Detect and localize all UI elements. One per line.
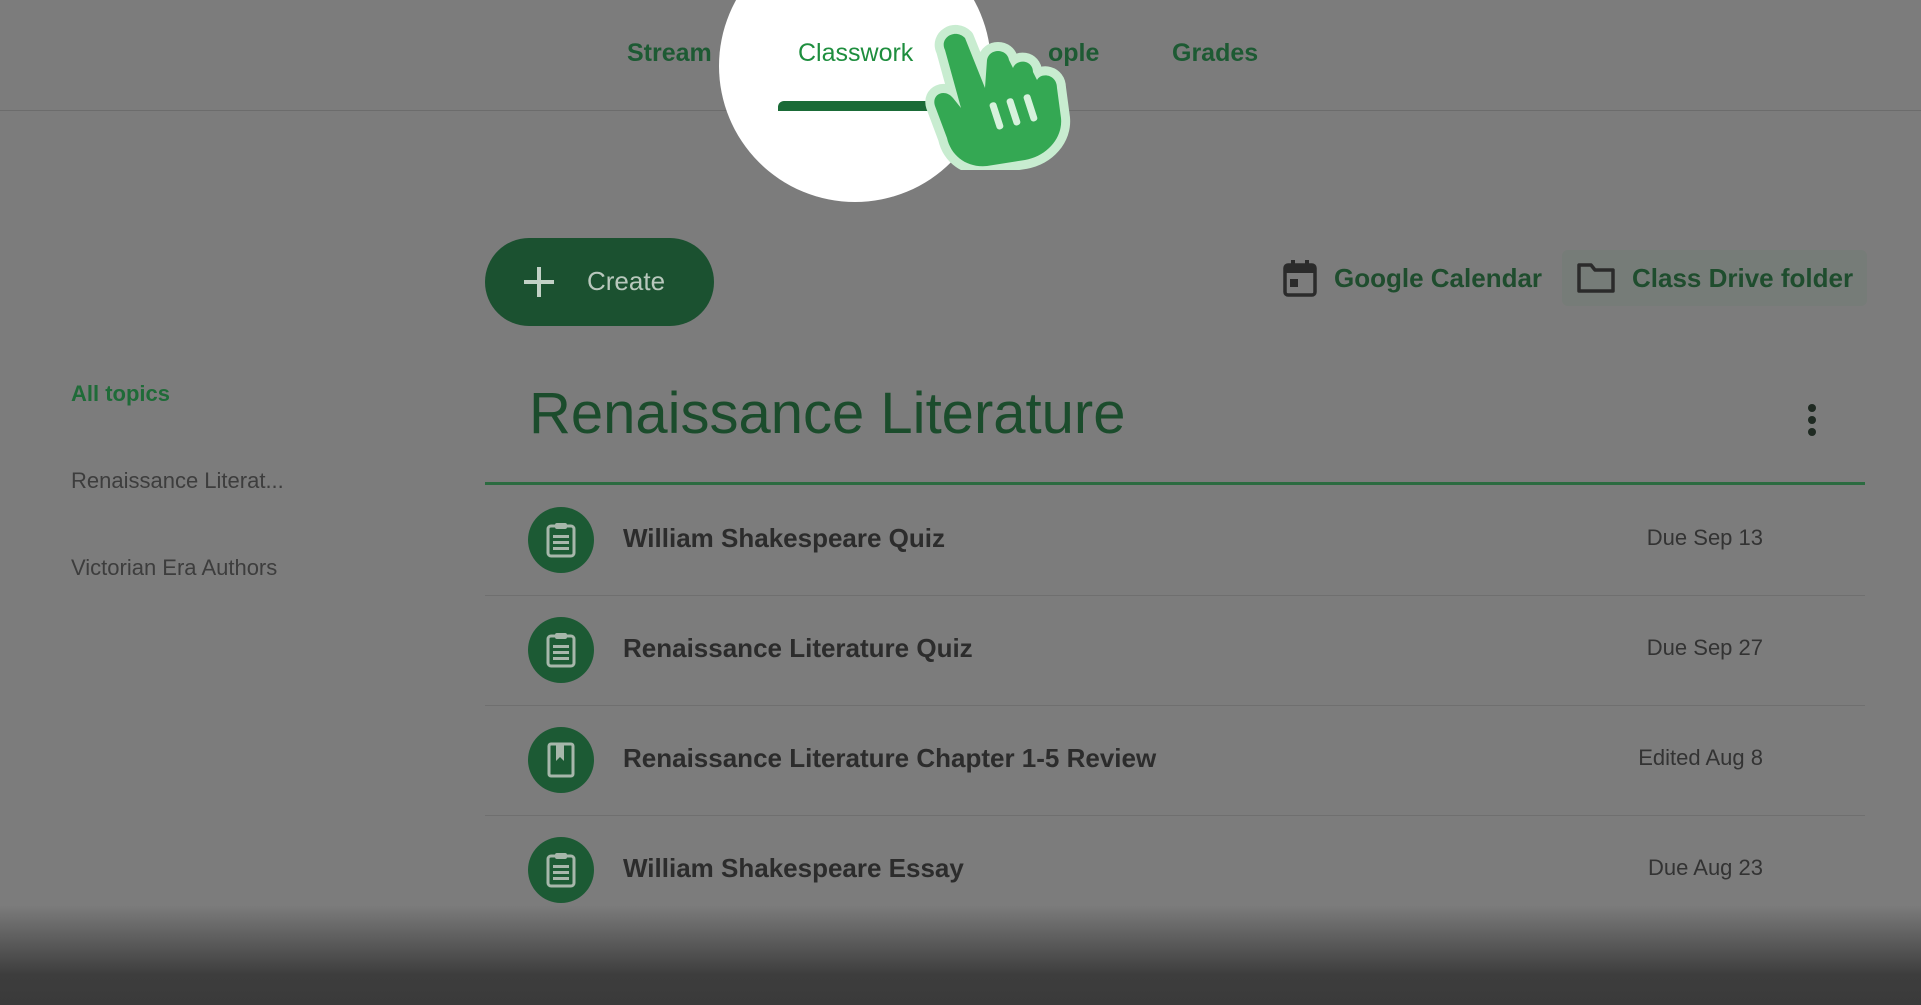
tab-classwork[interactable]: Classwork bbox=[798, 38, 913, 68]
list-item[interactable]: Renaissance Literature Quiz Due Sep 27 bbox=[485, 595, 1865, 706]
assignment-title: William Shakespeare Quiz bbox=[623, 523, 946, 553]
sidebar-item-victorian-era-authors[interactable]: Victorian Era Authors bbox=[71, 555, 277, 581]
sidebar-item-renaissance-literature[interactable]: Renaissance Literat... bbox=[71, 468, 284, 494]
list-item[interactable]: William Shakespeare Quiz Due Sep 13 bbox=[485, 485, 1865, 596]
google-calendar-label: Google Calendar bbox=[1334, 262, 1543, 293]
active-tab-indicator bbox=[778, 101, 938, 111]
class-drive-folder-label: Class Drive folder bbox=[1632, 262, 1854, 293]
plus-icon bbox=[524, 267, 554, 297]
google-calendar-link[interactable]: Google Calendar bbox=[1282, 250, 1542, 306]
pointing-hand-cursor-icon bbox=[925, 24, 1071, 170]
create-button[interactable]: Create bbox=[485, 238, 714, 326]
calendar-icon bbox=[1283, 260, 1317, 297]
assignment-title: Renaissance Literature Chapter 1-5 Revie… bbox=[623, 743, 1157, 773]
class-drive-folder-link[interactable]: Class Drive folder bbox=[1562, 250, 1868, 306]
sidebar-item-all-topics[interactable]: All topics bbox=[71, 381, 170, 407]
material-book-icon bbox=[528, 727, 594, 793]
bottom-fade-overlay bbox=[0, 905, 1921, 1005]
assignment-title: William Shakespeare Essay bbox=[623, 853, 964, 883]
more-options-icon[interactable] bbox=[1800, 402, 1824, 438]
assignment-date: Due Sep 27 bbox=[1646, 635, 1763, 660]
assignment-icon bbox=[528, 837, 594, 903]
list-item[interactable]: Renaissance Literature Chapter 1-5 Revie… bbox=[485, 705, 1865, 816]
tab-stream[interactable]: Stream bbox=[627, 38, 712, 68]
assignment-title: Renaissance Literature Quiz bbox=[623, 633, 973, 663]
assignment-icon bbox=[528, 617, 594, 683]
assignment-date: Edited Aug 8 bbox=[1638, 745, 1763, 770]
folder-icon bbox=[1577, 263, 1615, 293]
assignment-date: Due Aug 23 bbox=[1648, 855, 1763, 880]
tab-grades[interactable]: Grades bbox=[1172, 38, 1258, 68]
assignment-icon bbox=[528, 507, 594, 573]
assignment-date: Due Sep 13 bbox=[1646, 525, 1763, 550]
create-button-label: Create bbox=[587, 266, 666, 296]
topic-title: Renaissance Literature bbox=[529, 381, 1126, 446]
